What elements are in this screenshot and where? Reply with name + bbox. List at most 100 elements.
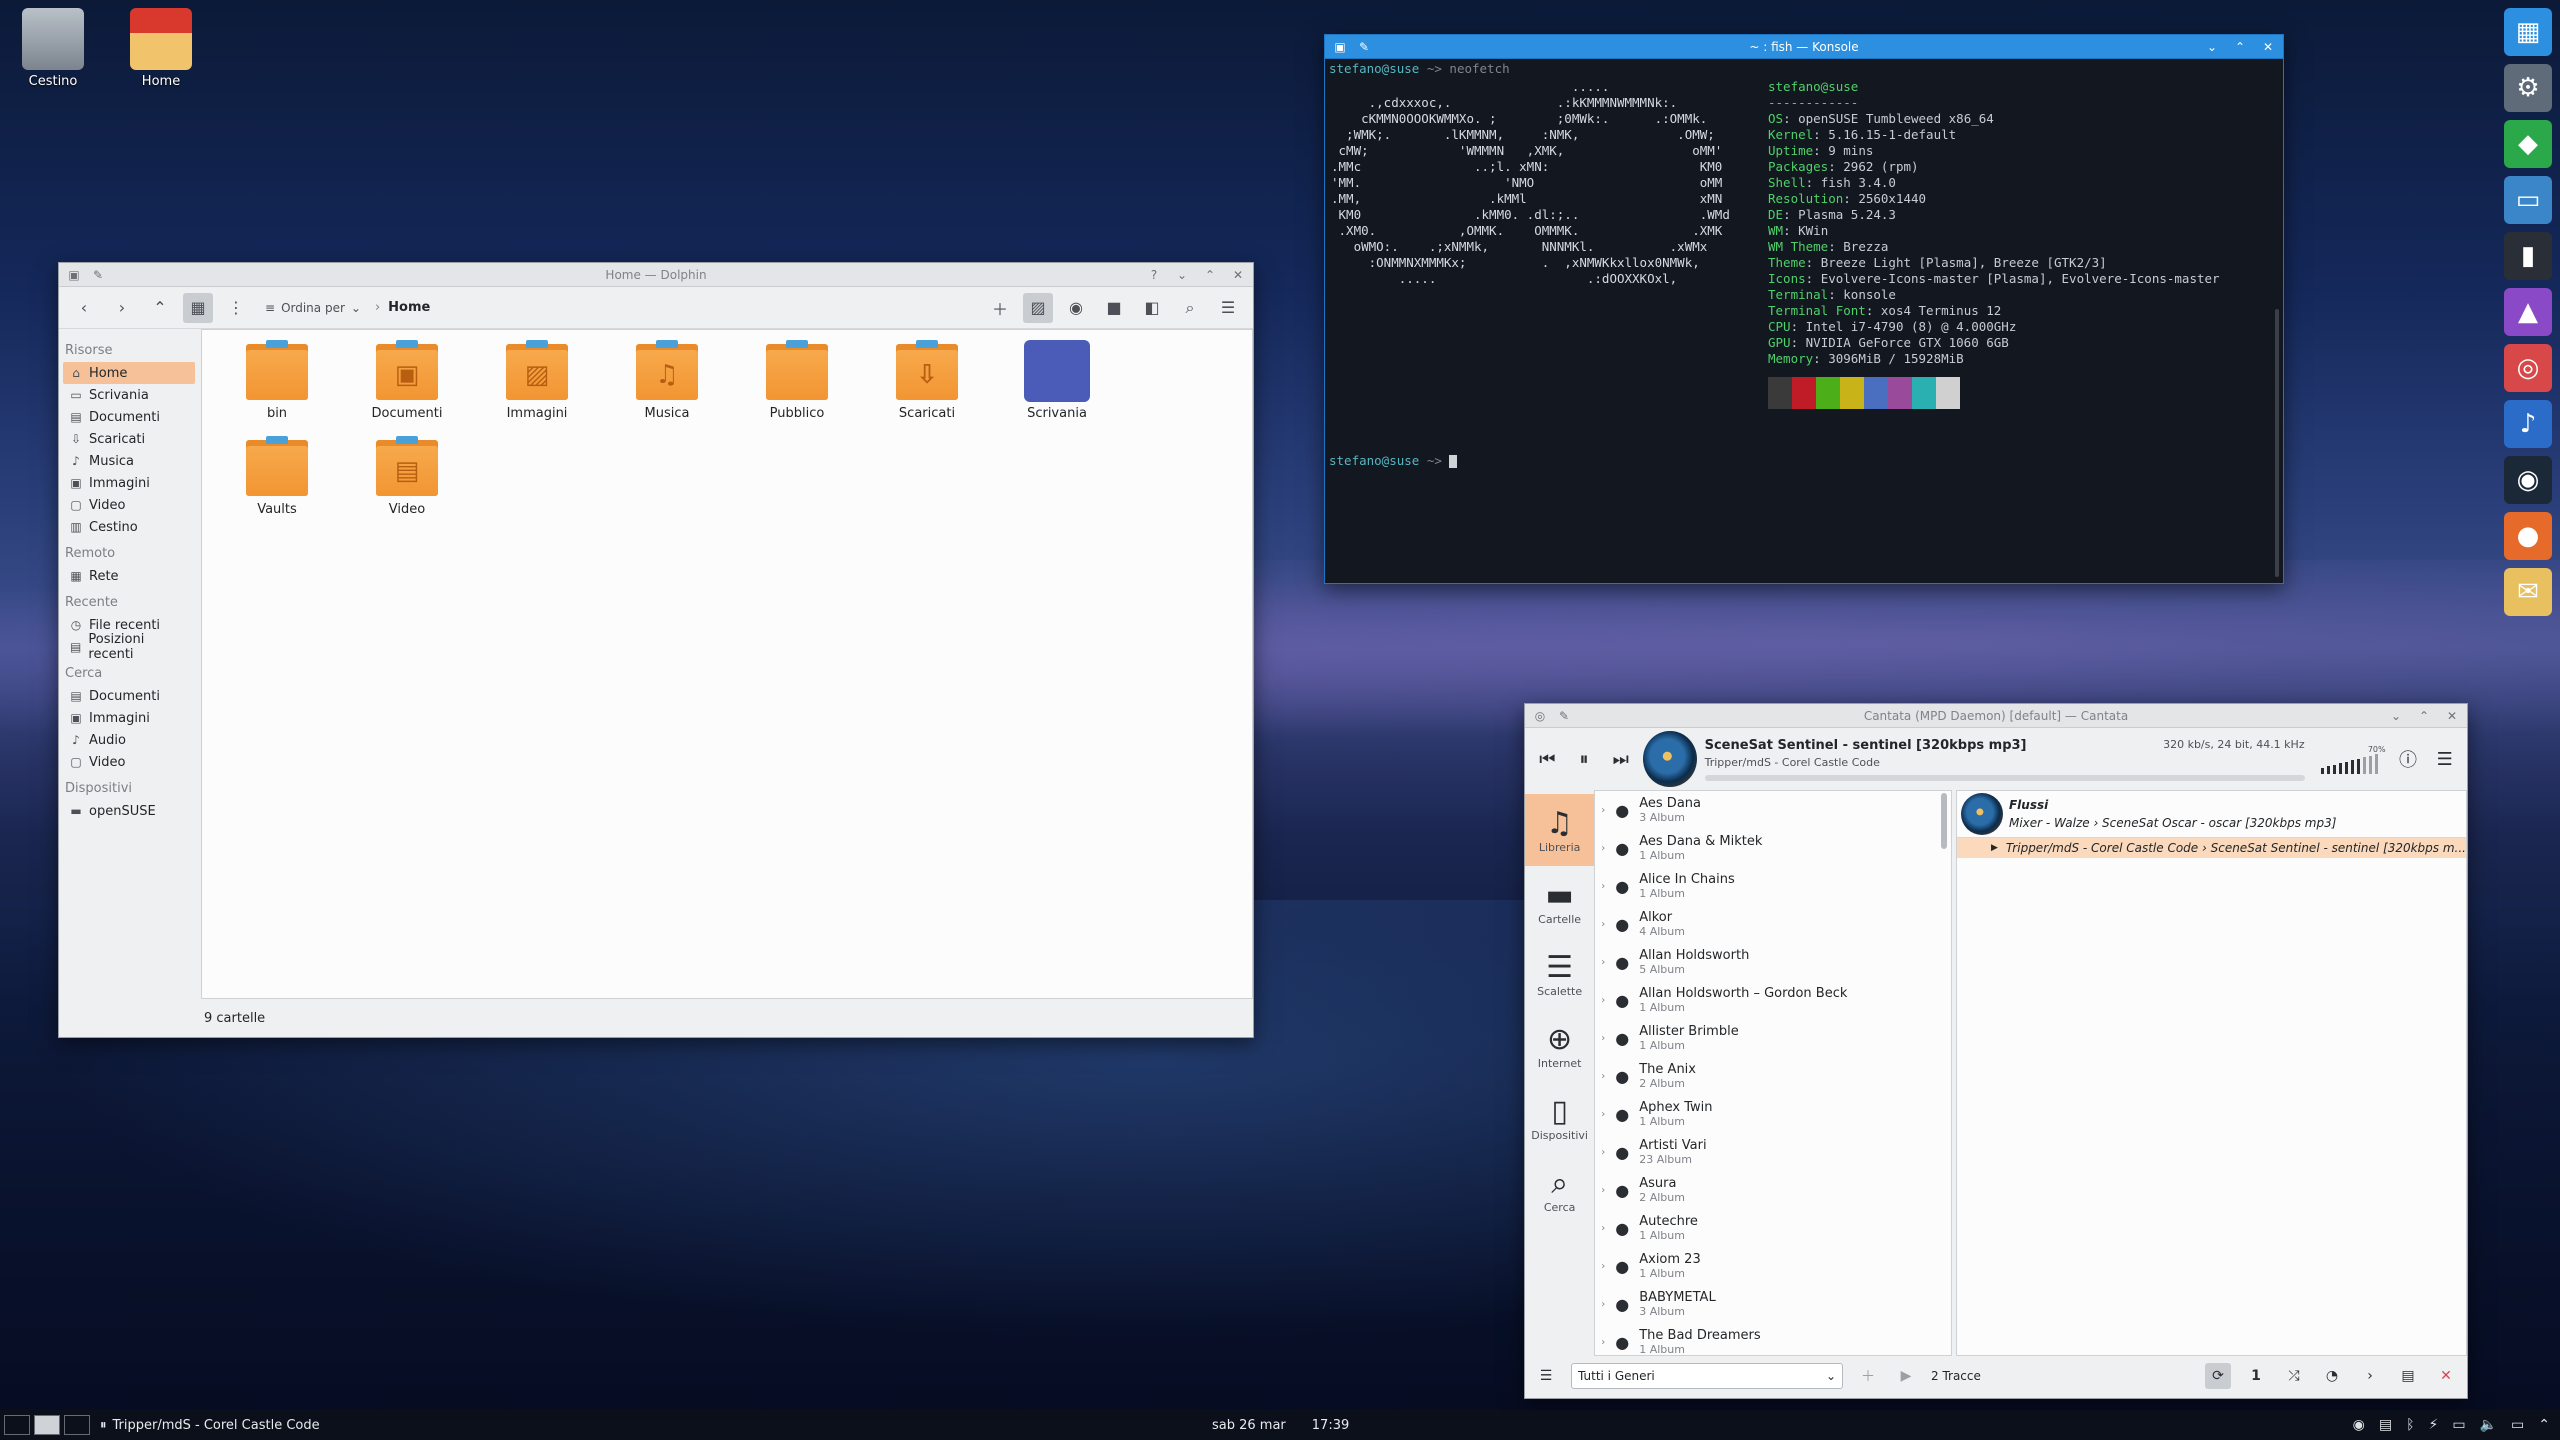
folder-item[interactable]: Pubblico <box>732 340 862 436</box>
nav-cartelle[interactable]: ▬ Cartelle <box>1525 866 1594 938</box>
info-panel-icon[interactable]: ◧ <box>1137 293 1167 323</box>
volume-icon[interactable]: 🔈 <box>2480 1417 2497 1433</box>
clipboard-icon[interactable]: ▤ <box>2379 1417 2392 1433</box>
virtual-desktop-3[interactable] <box>64 1415 90 1435</box>
window-menu-icon[interactable]: ▣ <box>1333 40 1347 54</box>
expand-icon[interactable]: › <box>1601 1223 1613 1234</box>
consume-icon[interactable]: ◔ <box>2319 1363 2345 1389</box>
maximize-icon[interactable]: ⌃ <box>2417 709 2431 723</box>
network-icon[interactable]: ⚡ <box>2429 1417 2439 1433</box>
image-viewer-icon[interactable]: ▲ <box>2504 288 2552 336</box>
back-icon[interactable]: ‹ <box>69 293 99 323</box>
single-count[interactable]: 1 <box>2243 1363 2269 1389</box>
expand-icon[interactable]: › <box>1601 1261 1613 1272</box>
places-item-video[interactable]: ▢ Video <box>63 751 195 773</box>
places-item-rete[interactable]: ▦ Rete <box>63 565 195 587</box>
expand-icon[interactable]: › <box>1601 1147 1613 1158</box>
split-view-icon[interactable]: ■ <box>1099 293 1129 323</box>
queue-group[interactable]: Flussi Mixer - Walze › SceneSat Oscar - … <box>1956 791 2466 838</box>
close-icon[interactable]: ✕ <box>2261 40 2275 54</box>
places-item-scrivania[interactable]: ▭ Scrivania <box>63 384 195 406</box>
details-view-icon[interactable]: ⋮ <box>221 293 251 323</box>
artist-row[interactable]: › ● Alice In Chains 1 Album <box>1595 867 1951 905</box>
sort-button[interactable]: ≡ Ordina per ⌄ <box>259 293 367 323</box>
pin-icon[interactable]: ✎ <box>1557 709 1571 723</box>
display-icon[interactable]: ▭ <box>2452 1417 2465 1433</box>
library-list[interactable]: › ● Aes Dana 3 Album › ● Aes Dana & Miktek 1 Al… <box>1594 790 1952 1356</box>
konsole-titlebar[interactable]: ▣ ✎ ~ : fish — Konsole ⌄ ⌃ ✕ <box>1325 35 2283 59</box>
expand-icon[interactable]: › <box>1601 805 1613 816</box>
places-item-video[interactable]: ▢ Video <box>63 494 195 516</box>
expand-icon[interactable]: › <box>1601 1299 1613 1310</box>
file-manager-icon[interactable]: ▭ <box>2504 176 2552 224</box>
artist-row[interactable]: › ● Axiom 23 1 Album <box>1595 1247 1951 1285</box>
places-item-immagini[interactable]: ▣ Immagini <box>63 707 195 729</box>
preview-icon[interactable]: ▨ <box>1023 292 1053 323</box>
folder-item[interactable]: ▣ Documenti <box>342 340 472 436</box>
settings-icon[interactable]: ⚙ <box>2504 64 2552 112</box>
task-item[interactable]: ⏸ Tripper/mdS - Corel Castle Code <box>100 1418 320 1433</box>
next-arrow-icon[interactable]: › <box>2357 1363 2383 1389</box>
firefox-icon[interactable]: ● <box>2504 512 2552 560</box>
nav-scalette[interactable]: ☰ Scalette <box>1525 938 1594 1010</box>
folder-item[interactable]: ⇩ Scaricati <box>862 340 992 436</box>
artist-row[interactable]: › ● BABYMETAL 3 Album <box>1595 1285 1951 1323</box>
hamburger-menu-icon[interactable]: ☰ <box>1213 293 1243 323</box>
genre-select[interactable]: Tutti i Generi ⌄ <box>1571 1363 1843 1389</box>
clock[interactable]: sab 26 mar 17:39 <box>1212 1418 1349 1433</box>
pin-icon[interactable]: ✎ <box>1357 40 1371 54</box>
folder-item[interactable]: bin <box>212 340 342 436</box>
show-hidden-icon[interactable]: ◉ <box>1061 293 1091 323</box>
play-queue[interactable]: Flussi Mixer - Walze › SceneSat Oscar - … <box>1955 790 2467 1356</box>
gecko-icon[interactable]: ◆ <box>2504 120 2552 168</box>
add-icon[interactable]: ＋ <box>1855 1363 1881 1389</box>
next-icon[interactable]: ⏭ <box>1606 749 1635 770</box>
terminal-icon[interactable]: ▮ <box>2504 232 2552 280</box>
music-player-icon[interactable]: ♪ <box>2504 400 2552 448</box>
media-player-icon[interactable]: ◉ <box>2353 1417 2365 1433</box>
save-icon[interactable]: ▤ <box>2395 1363 2421 1389</box>
volume-slider[interactable] <box>2320 754 2378 774</box>
nav-cerca[interactable]: ⌕ Cerca <box>1525 1154 1594 1226</box>
forward-icon[interactable]: › <box>107 293 137 323</box>
artist-row[interactable]: › ● Aphex Twin 1 Album <box>1595 1095 1951 1133</box>
desktop-icon-home[interactable]: Home <box>116 8 206 89</box>
play-queue-icon[interactable]: ▶ <box>1893 1363 1919 1389</box>
konsole-window[interactable]: ▣ ✎ ~ : fish — Konsole ⌄ ⌃ ✕ stefano@sus… <box>1324 34 2284 584</box>
network-wired-icon[interactable]: ▭ <box>2511 1417 2524 1433</box>
cantata-window[interactable]: ◎ ✎ Cantata (MPD Daemon) [default] — Can… <box>1524 703 2468 1399</box>
bluetooth-icon[interactable]: ᛒ <box>2406 1417 2414 1433</box>
places-item-posizioni-recenti[interactable]: ▤ Posizioni recenti <box>63 632 195 662</box>
disc-burner-icon[interactable]: ◎ <box>2504 344 2552 392</box>
artist-row[interactable]: › ● Aes Dana 3 Album <box>1595 791 1951 829</box>
places-item-audio[interactable]: ♪ Audio <box>63 729 195 751</box>
library-scrollbar[interactable] <box>1940 793 1947 849</box>
artist-row[interactable]: › ● Artisti Vari 23 Album <box>1595 1133 1951 1171</box>
progress-bar[interactable] <box>1704 774 2305 781</box>
window-menu-icon[interactable]: ◎ <box>1533 709 1547 723</box>
folder-item[interactable]: Vaults <box>212 436 342 532</box>
dolphin-window[interactable]: ▣ ✎ Home — Dolphin ? ⌄ ⌃ ✕ ‹ › ⌃ ▦ ⋮ ≡ O… <box>58 262 1254 1038</box>
shuffle-icon[interactable]: ⤮ <box>2281 1363 2307 1389</box>
minimize-icon[interactable]: ⌄ <box>2205 40 2219 54</box>
artist-row[interactable]: › ● Aes Dana & Miktek 1 Album <box>1595 829 1951 867</box>
places-item-documenti[interactable]: ▤ Documenti <box>63 685 195 707</box>
close-icon[interactable]: ✕ <box>1231 268 1245 282</box>
minimize-icon[interactable]: ⌄ <box>1175 268 1189 282</box>
expand-icon[interactable]: › <box>1601 1109 1613 1120</box>
artist-row[interactable]: › ● Allan Holdsworth 5 Album <box>1595 943 1951 981</box>
search-icon[interactable]: ⌕ <box>1175 293 1205 323</box>
folder-item[interactable]: Scrivania <box>992 340 1122 436</box>
pin-icon[interactable]: ✎ <box>91 268 105 282</box>
expand-icon[interactable]: › <box>1601 843 1613 854</box>
expand-icon[interactable]: › <box>1601 995 1613 1006</box>
places-item-immagini[interactable]: ▣ Immagini <box>63 472 195 494</box>
folder-item[interactable]: ♫ Musica <box>602 340 732 436</box>
file-view[interactable]: bin ▣ Documenti ▨ Immagini ♫ Musica Pubblico ⇩ Sc… <box>201 329 1253 999</box>
artist-row[interactable]: › ● Autechre 1 Album <box>1595 1209 1951 1247</box>
maximize-icon[interactable]: ⌃ <box>1203 268 1217 282</box>
steam-icon[interactable]: ◉ <box>2504 456 2552 504</box>
cantata-titlebar[interactable]: ◎ ✎ Cantata (MPD Daemon) [default] — Can… <box>1525 704 2467 728</box>
nav-internet[interactable]: ⊕ Internet <box>1525 1010 1594 1082</box>
mail-icon[interactable]: ✉ <box>2504 568 2552 616</box>
